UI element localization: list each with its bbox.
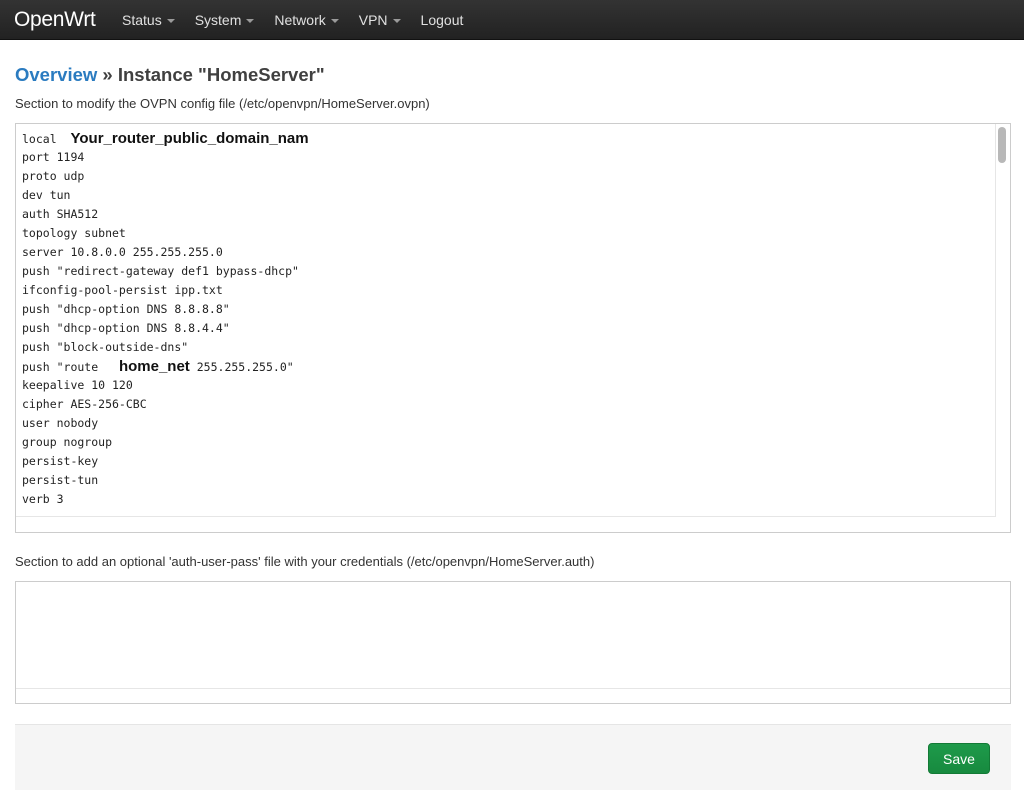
config-line-text: push "dhcp-option DNS 8.8.8.8" — [22, 302, 230, 316]
scrollbar-thumb[interactable] — [998, 127, 1006, 163]
menu-vpn-label: VPN — [358, 11, 388, 28]
config-placeholder: Your_router_public_domain_nam — [70, 130, 309, 147]
config-line: keepalive 10 120 — [22, 376, 989, 395]
config-line-text: topology subnet — [22, 226, 126, 240]
menu-system-label: System — [194, 11, 242, 28]
menu-status-label: Status — [122, 11, 162, 28]
ovpn-config-content[interactable]: local Your_router_public_domain_namport … — [16, 124, 996, 517]
config-line: persist-key — [22, 452, 989, 471]
config-line: dev tun — [22, 186, 989, 205]
config-line: auth SHA512 — [22, 205, 989, 224]
config-placeholder: home_net — [118, 358, 190, 375]
config-line: push "dhcp-option DNS 8.8.8.8" — [22, 300, 989, 319]
config-line-text: ifconfig-pool-persist ipp.txt — [22, 283, 223, 297]
textarea-resize-rule — [16, 688, 1010, 689]
breadcrumb-separator: » — [97, 64, 118, 85]
menu-logout-label: Logout — [420, 11, 464, 28]
breadcrumb-overview-link[interactable]: Overview — [15, 64, 97, 85]
config-line: cipher AES-256-CBC — [22, 395, 989, 414]
config-line: verb 3 — [22, 490, 989, 509]
config-line-text: group nogroup — [22, 435, 113, 449]
config-line: push "dhcp-option DNS 8.8.4.4" — [22, 319, 989, 338]
menu-logout[interactable]: Logout — [411, 0, 474, 40]
top-navbar: OpenWrt Status System Network VPN Logout — [0, 0, 1024, 40]
config-line-text: verb 3 — [22, 492, 64, 506]
form-actions-bar: Save — [15, 724, 1011, 790]
config-line-text: dev tun — [22, 188, 71, 202]
ovpn-config-textarea[interactable]: local Your_router_public_domain_namport … — [15, 123, 1011, 533]
menu-system[interactable]: System — [185, 0, 265, 40]
menu-status[interactable]: Status — [112, 0, 185, 40]
config-line: push "redirect-gateway def1 bypass-dhcp" — [22, 262, 989, 281]
config-line-text: push "route — [22, 360, 99, 374]
config-line: topology subnet — [22, 224, 989, 243]
page-title: Overview » Instance "HomeServer" — [15, 64, 325, 86]
page-title-text: Instance "HomeServer" — [117, 64, 325, 85]
config-line: user nobody — [22, 414, 989, 433]
auth-user-pass-textarea[interactable] — [15, 581, 1011, 704]
config-line: proto udp — [22, 167, 989, 186]
config-line: persist-tun — [22, 471, 989, 490]
menu-vpn[interactable]: VPN — [349, 0, 411, 40]
config-line-text: push "dhcp-option DNS 8.8.4.4" — [22, 321, 230, 335]
brand-logo[interactable]: OpenWrt — [0, 8, 112, 32]
config-line: group nogroup — [22, 433, 989, 452]
main-menu: Status System Network VPN Logout — [112, 0, 473, 40]
config-line-text: port 1194 — [22, 150, 85, 164]
config-line-text: proto udp — [22, 169, 85, 183]
config-line-text: push "redirect-gateway def1 bypass-dhcp" — [22, 264, 299, 278]
chevron-down-icon — [246, 18, 255, 23]
chevron-down-icon — [166, 18, 175, 23]
config-line: push "block-outside-dns" — [22, 338, 989, 357]
config-line-text: push "block-outside-dns" — [22, 340, 189, 354]
menu-network-label: Network — [274, 11, 326, 28]
config-line-text: persist-tun — [22, 473, 99, 487]
config-line-text: keepalive 10 120 — [22, 378, 133, 392]
ovpn-section-description: Section to modify the OVPN config file (… — [15, 96, 430, 111]
auth-section-description: Section to add an optional 'auth-user-pa… — [15, 554, 595, 569]
config-line: local Your_router_public_domain_nam — [22, 129, 989, 148]
chevron-down-icon — [392, 18, 401, 23]
save-button[interactable]: Save — [928, 743, 990, 774]
chevron-down-icon — [330, 18, 339, 23]
config-line: push "route home_net 255.255.255.0" — [22, 357, 989, 376]
config-line: port 1194 — [22, 148, 989, 167]
auth-user-pass-content[interactable] — [16, 582, 1010, 594]
config-line-text: 255.255.255.0" — [196, 360, 294, 374]
config-line-text: cipher AES-256-CBC — [22, 397, 147, 411]
config-line: server 10.8.0.0 255.255.255.0 — [22, 243, 989, 262]
config-line-text: local — [22, 132, 57, 146]
config-line: ifconfig-pool-persist ipp.txt — [22, 281, 989, 300]
config-line-text: user nobody — [22, 416, 99, 430]
config-line-text: persist-key — [22, 454, 99, 468]
menu-network[interactable]: Network — [264, 0, 348, 40]
config-line-text: server 10.8.0.0 255.255.255.0 — [22, 245, 223, 259]
config-line-text: auth SHA512 — [22, 207, 99, 221]
